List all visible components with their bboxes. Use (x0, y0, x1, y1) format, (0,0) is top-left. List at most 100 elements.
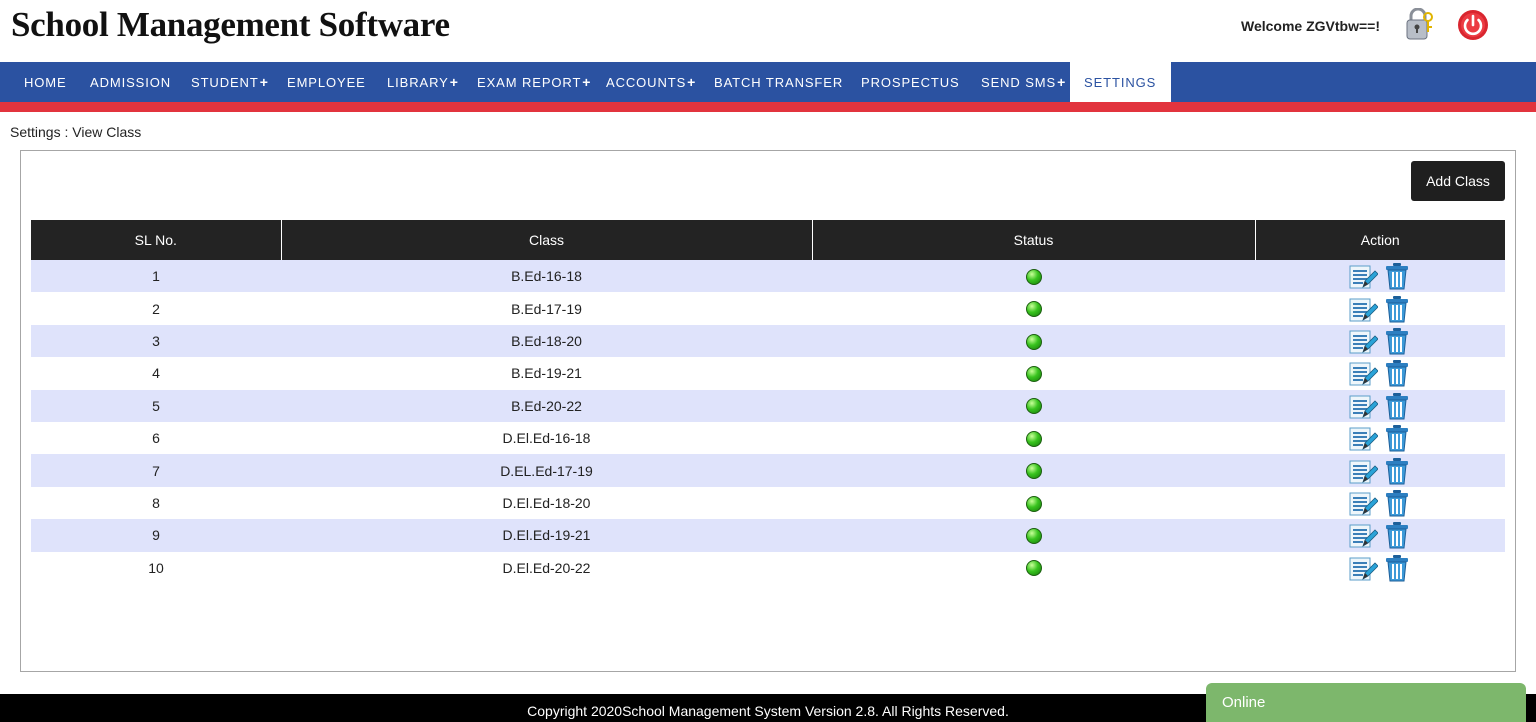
trash-icon[interactable] (1382, 294, 1412, 324)
header-class: Class (281, 220, 813, 260)
trash-icon[interactable] (1382, 358, 1412, 388)
cell-status (812, 421, 1255, 455)
cell-sl-no: 2 (31, 292, 281, 325)
edit-icon[interactable] (1348, 294, 1378, 324)
green-status-dot-icon[interactable] (1025, 333, 1042, 350)
edit-icon[interactable] (1348, 261, 1378, 291)
table-row: 10 D.El.Ed-20-22 (31, 551, 1505, 584)
cell-class: D.El.Ed-16-18 (281, 421, 812, 455)
trash-icon[interactable] (1382, 456, 1412, 486)
table-row: 3 B.Ed-18-20 (31, 324, 1505, 358)
nav-batch-transfer[interactable]: BATCH TRANSFER (714, 62, 844, 102)
cell-action (1255, 486, 1505, 520)
nav-admission[interactable]: ADMISSION (90, 62, 172, 102)
trash-icon[interactable] (1382, 423, 1412, 453)
cell-status (812, 357, 1255, 390)
nav-home[interactable]: HOME (24, 62, 68, 102)
nav-student[interactable]: STUDENT+ (191, 62, 269, 102)
nav-accent-bar (0, 102, 1536, 112)
edit-icon[interactable] (1348, 391, 1378, 421)
edit-icon[interactable] (1348, 553, 1378, 583)
green-status-dot-icon[interactable] (1025, 463, 1042, 480)
cell-action (1255, 454, 1505, 487)
cell-action (1255, 324, 1505, 358)
green-status-dot-icon[interactable] (1025, 495, 1042, 512)
cell-status (812, 389, 1255, 422)
green-status-dot-icon[interactable] (1025, 268, 1042, 285)
cell-status (812, 292, 1255, 325)
cell-sl-no: 1 (31, 260, 281, 293)
table-row: 2 B.Ed-17-19 (31, 292, 1505, 325)
header-sl-no: SL No. (31, 220, 282, 260)
cell-sl-no: 6 (31, 421, 281, 455)
cell-status (812, 454, 1255, 487)
nav-settings[interactable]: SETTINGS (1070, 62, 1172, 102)
cell-sl-no: 3 (31, 324, 281, 358)
edit-icon[interactable] (1348, 326, 1378, 356)
cell-sl-no: 9 (31, 519, 281, 552)
table-row: 7 D.EL.Ed-17-19 (31, 454, 1505, 487)
table-row: 5 B.Ed-20-22 (31, 389, 1505, 422)
table-row: 8 D.El.Ed-18-20 (31, 486, 1505, 520)
cell-status (812, 260, 1255, 293)
cell-status (812, 519, 1255, 552)
edit-icon[interactable] (1348, 358, 1378, 388)
cell-action (1255, 519, 1505, 552)
cell-sl-no: 8 (31, 486, 281, 520)
trash-icon[interactable] (1382, 553, 1412, 583)
nav-library[interactable]: LIBRARY+ (387, 62, 459, 102)
nav-employee[interactable]: EMPLOYEE (287, 62, 367, 102)
nav-send-sms[interactable]: SEND SMS+ (981, 62, 1066, 102)
cell-action (1255, 357, 1505, 390)
cell-class: B.Ed-16-18 (281, 260, 812, 293)
cell-action (1255, 389, 1505, 422)
cell-status (812, 324, 1255, 358)
nav-accounts[interactable]: ACCOUNTS+ (606, 62, 696, 102)
trash-icon[interactable] (1382, 488, 1412, 518)
green-status-dot-icon[interactable] (1025, 527, 1042, 544)
cell-status (812, 486, 1255, 520)
green-status-dot-icon[interactable] (1025, 560, 1042, 577)
cell-sl-no: 5 (31, 389, 281, 422)
table-row: 4 B.Ed-19-21 (31, 357, 1505, 390)
green-status-dot-icon[interactable] (1025, 366, 1042, 383)
table-row: 9 D.El.Ed-19-21 (31, 519, 1505, 552)
cell-sl-no: 10 (31, 551, 281, 584)
table-header-row: SL No. Class Status Action (31, 220, 1505, 260)
nav-exam-report[interactable]: EXAM REPORT+ (477, 62, 591, 102)
edit-icon[interactable] (1348, 488, 1378, 518)
cell-action (1255, 260, 1505, 293)
trash-icon[interactable] (1382, 520, 1412, 550)
main-nav: HOME ADMISSION STUDENT+ EMPLOYEE LIBRARY… (0, 62, 1536, 102)
green-status-dot-icon[interactable] (1025, 301, 1042, 318)
power-icon[interactable] (1457, 9, 1489, 41)
cell-sl-no: 4 (31, 357, 281, 390)
nav-prospectus[interactable]: PROSPECTUS (861, 62, 961, 102)
trash-icon[interactable] (1382, 326, 1412, 356)
cell-class: D.El.Ed-20-22 (281, 551, 812, 584)
header-action: Action (1255, 220, 1505, 260)
class-table: SL No. Class Status Action 1 B.Ed-16-18 2 B… (31, 220, 1505, 584)
edit-icon[interactable] (1348, 456, 1378, 486)
lock-key-icon[interactable] (1402, 7, 1434, 42)
edit-icon[interactable] (1348, 520, 1378, 550)
header: School Management Software Welcome ZGVtb… (0, 0, 1536, 62)
table-row: 1 B.Ed-16-18 (31, 260, 1505, 293)
breadcrumb: Settings : View Class (10, 124, 142, 140)
trash-icon[interactable] (1382, 261, 1412, 291)
cell-class: D.EL.Ed-17-19 (281, 454, 812, 487)
trash-icon[interactable] (1382, 391, 1412, 421)
cell-class: B.Ed-20-22 (281, 389, 812, 422)
green-status-dot-icon[interactable] (1025, 398, 1042, 415)
class-list-panel: Add Class SL No. Class Status Action 1 B.… (20, 150, 1516, 672)
edit-icon[interactable] (1348, 423, 1378, 453)
welcome-text: Welcome ZGVtbw==! (1241, 18, 1380, 34)
cell-status (812, 551, 1255, 584)
cell-class: D.El.Ed-18-20 (281, 486, 812, 520)
add-class-button[interactable]: Add Class (1411, 161, 1505, 201)
green-status-dot-icon[interactable] (1025, 430, 1042, 447)
table-body: 1 B.Ed-16-18 2 B.Ed-17-19 3 B.Ed-18-20 4 B.Ed-1… (31, 260, 1505, 584)
online-chat-tab[interactable]: Online (1206, 683, 1526, 722)
cell-sl-no: 7 (31, 454, 281, 487)
app-title: School Management Software (11, 5, 450, 44)
